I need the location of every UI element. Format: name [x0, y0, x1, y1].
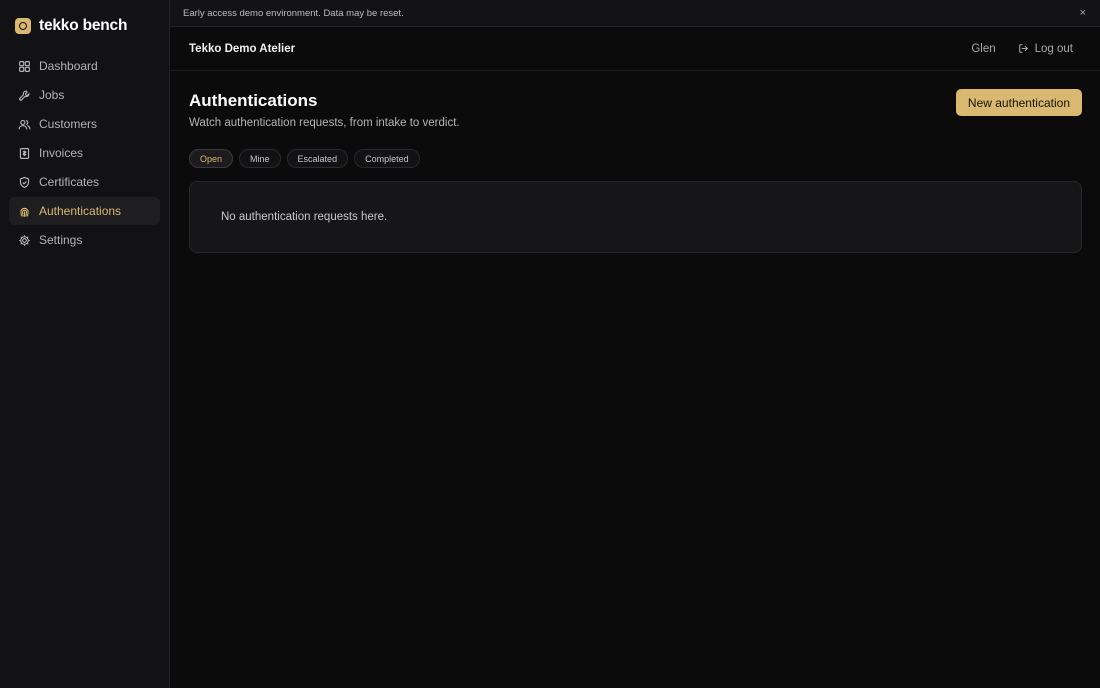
filter-escalated[interactable]: Escalated: [286, 149, 349, 168]
filter-tabs: Open Mine Escalated Completed: [189, 149, 1082, 168]
page-subtitle: Watch authentication requests, from inta…: [189, 117, 460, 129]
topbar: Tekko Demo Atelier Glen Log out: [170, 27, 1100, 71]
main-area: Early access demo environment. Data may …: [170, 0, 1100, 688]
page-content: Authentications Watch authentication req…: [170, 71, 1100, 253]
sidebar-item-jobs[interactable]: Jobs: [9, 81, 160, 109]
sidebar-item-invoices[interactable]: Invoices: [9, 139, 160, 167]
wrench-icon: [19, 89, 30, 101]
brand-logo-icon: [15, 18, 31, 34]
sidebar-item-certificates[interactable]: Certificates: [9, 168, 160, 196]
sidebar-item-authentications[interactable]: Authentications: [9, 197, 160, 225]
sidebar-item-label: Dashboard: [39, 59, 98, 73]
sidebar-item-label: Jobs: [39, 88, 65, 102]
demo-banner: Early access demo environment. Data may …: [170, 0, 1100, 27]
brand[interactable]: tekko bench: [9, 0, 160, 52]
users-icon: [18, 119, 31, 130]
logout-label: Log out: [1034, 42, 1073, 55]
logout-button[interactable]: Log out: [1018, 43, 1073, 55]
shield-icon: [19, 176, 30, 188]
fingerprint-icon: [20, 207, 29, 217]
filter-mine[interactable]: Mine: [239, 149, 281, 168]
sidebar-item-label: Settings: [39, 233, 83, 247]
topbar-right: Glen Log out: [971, 43, 1073, 55]
app-root: tekko bench Dashboard Jobs Customers Inv…: [0, 0, 1100, 688]
new-authentication-button[interactable]: New authentication: [955, 89, 1082, 116]
sidebar-item-label: Invoices: [39, 146, 84, 160]
sidebar-item-label: Authentications: [39, 204, 122, 218]
logout-icon: [1018, 44, 1028, 53]
sidebar-item-customers[interactable]: Customers: [9, 110, 160, 138]
page-title: Authentications: [189, 91, 318, 110]
org-name: Tekko Demo Atelier: [189, 42, 296, 55]
user-name[interactable]: Glen: [971, 43, 995, 55]
brand-name: tekko bench: [39, 17, 128, 34]
filter-open[interactable]: Open: [189, 149, 234, 168]
grid-icon: [19, 60, 30, 72]
sidebar-nav: Dashboard Jobs Customers Invoices Certif…: [9, 52, 160, 254]
sidebar-item-label: Customers: [39, 117, 98, 131]
gear-icon: [19, 234, 30, 246]
receipt-icon: [19, 147, 30, 159]
filter-completed[interactable]: Completed: [354, 149, 420, 168]
sidebar-item-dashboard[interactable]: Dashboard: [9, 52, 160, 80]
empty-state-message: No authentication requests here.: [221, 211, 388, 223]
sidebar-item-settings[interactable]: Settings: [9, 226, 160, 254]
close-icon[interactable]: ×: [1080, 7, 1086, 19]
empty-state-card: No authentication requests here.: [189, 181, 1082, 253]
sidebar-item-label: Certificates: [39, 175, 100, 189]
sidebar: tekko bench Dashboard Jobs Customers Inv…: [0, 0, 170, 688]
page-header: Authentications Watch authentication req…: [189, 89, 1082, 129]
banner-text: Early access demo environment. Data may …: [183, 7, 404, 19]
